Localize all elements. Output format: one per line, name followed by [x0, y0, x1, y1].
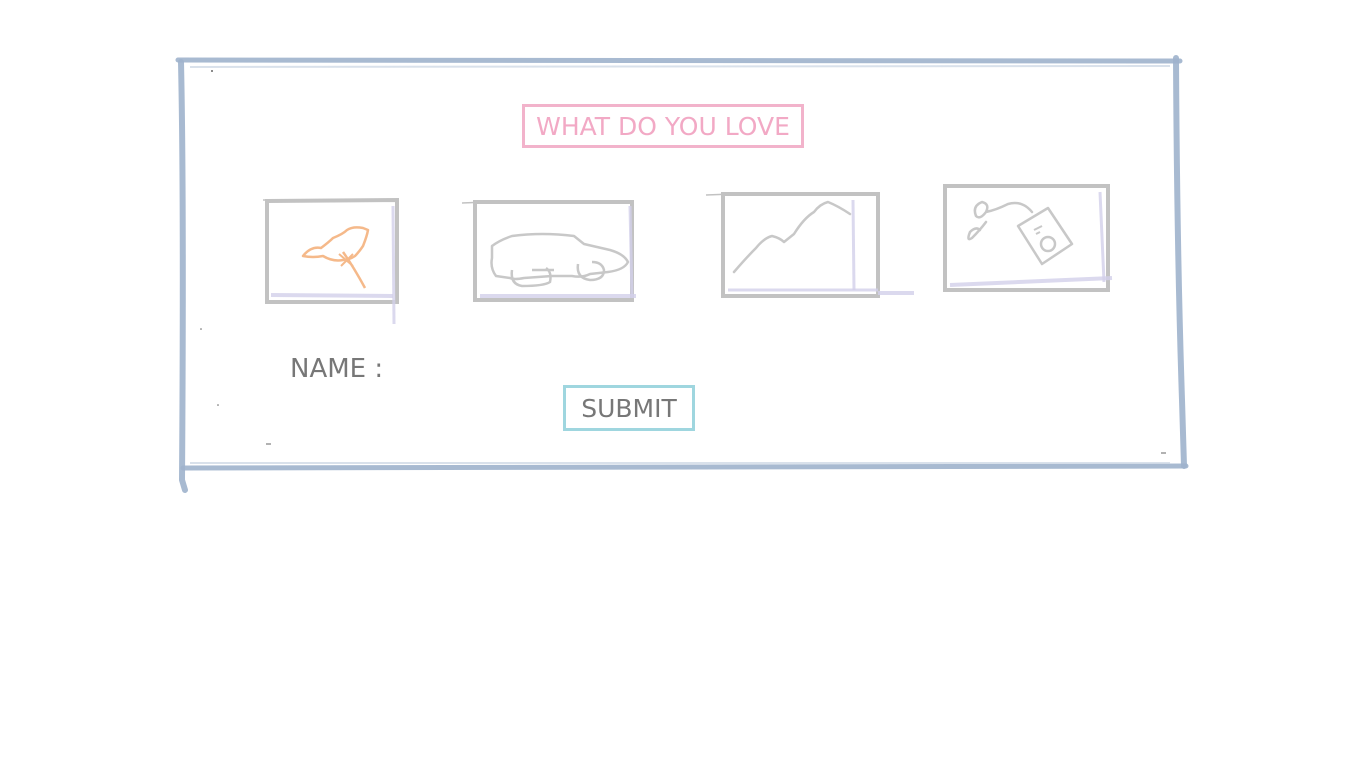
title-box: WHAT DO YOU LOVE [522, 104, 804, 148]
option-bird[interactable] [263, 196, 401, 325]
option-car[interactable] [461, 198, 636, 304]
car-icon [461, 200, 636, 302]
page-title: WHAT DO YOU LOVE [536, 111, 790, 141]
music-player-icon [943, 184, 1113, 292]
option-mountain[interactable] [705, 190, 916, 300]
mountain-icon [705, 192, 914, 298]
name-label: NAME : [290, 354, 384, 384]
bird-icon [263, 197, 399, 325]
page: WHAT DO YOU LOVE NAME: SUBMIT [0, 0, 1368, 764]
submit-button[interactable]: SUBMIT [563, 385, 695, 431]
option-music-player[interactable] [942, 182, 1114, 294]
